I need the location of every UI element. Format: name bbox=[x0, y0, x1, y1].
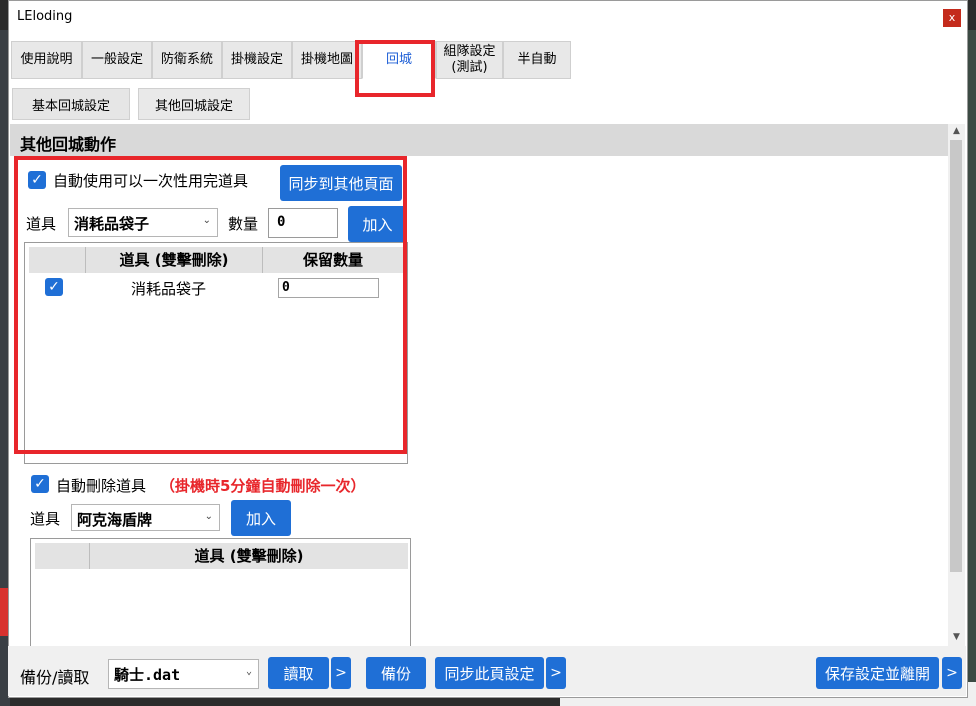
auto-delete-grid[interactable]: 道具 (雙擊刪除) bbox=[30, 538, 411, 646]
tab-idle-settings[interactable]: 掛機設定 bbox=[222, 41, 292, 79]
scroll-up-icon[interactable]: ▲ bbox=[949, 126, 964, 140]
auto-delete-label: 自動刪除道具 bbox=[56, 477, 147, 495]
tab-usage[interactable]: 使用說明 bbox=[11, 41, 82, 79]
backup-label: 備份/讀取 bbox=[20, 668, 90, 687]
auto-delete-grid-header: 道具 (雙擊刪除) bbox=[35, 543, 408, 569]
chevron-down-icon: ⌄ bbox=[204, 511, 213, 522]
auto-delete-checkbox[interactable]: ✓ bbox=[31, 475, 49, 493]
sync-page-button[interactable]: 同步此頁設定 bbox=[435, 657, 544, 689]
window-title: LEloding bbox=[17, 9, 73, 24]
backup-file-value: 騎士.dat bbox=[114, 666, 181, 684]
subtab-other-return[interactable]: 其他回城設定 bbox=[138, 88, 250, 120]
section-title: 其他回城動作 bbox=[10, 124, 948, 156]
auto-delete-item-value: 阿克海盾牌 bbox=[77, 511, 153, 529]
scrollbar-thumb[interactable] bbox=[950, 140, 962, 572]
scroll-down-icon[interactable]: ▼ bbox=[949, 632, 964, 646]
auto-delete-note: （掛機時5分鐘自動刪除一次） bbox=[160, 477, 366, 495]
auto-delete-add-button[interactable]: 加入 bbox=[231, 500, 291, 536]
title-bar[interactable]: LEloding x bbox=[9, 1, 967, 33]
tab-defense[interactable]: 防衛系統 bbox=[152, 41, 222, 79]
backup-button[interactable]: 備份 bbox=[366, 657, 426, 689]
tab-party-settings[interactable]: 組隊設定 (測試) bbox=[436, 41, 503, 79]
tab-general[interactable]: 一般設定 bbox=[82, 41, 152, 79]
grid-header-check bbox=[35, 543, 89, 569]
subtab-basic-return[interactable]: 基本回城設定 bbox=[12, 88, 130, 120]
backup-file-select[interactable]: 騎士.dat ⌄ bbox=[108, 659, 259, 689]
highlight-box-auto-use bbox=[14, 156, 407, 454]
close-button[interactable]: x bbox=[943, 9, 961, 27]
grid-header-item[interactable]: 道具 (雙擊刪除) bbox=[89, 543, 408, 569]
highlight-box-tab bbox=[355, 40, 435, 97]
save-and-exit-button[interactable]: 保存設定並離開 bbox=[816, 657, 939, 689]
chevron-down-icon: ⌄ bbox=[245, 666, 252, 677]
sync-more-button[interactable]: > bbox=[546, 657, 566, 689]
tab-idle-map[interactable]: 掛機地圖 bbox=[292, 41, 362, 79]
auto-delete-item-select[interactable]: 阿克海盾牌 ⌄ bbox=[71, 504, 220, 531]
auto-delete-item-label: 道具 bbox=[30, 510, 61, 528]
save-more-button[interactable]: > bbox=[942, 657, 962, 689]
read-button[interactable]: 讀取 bbox=[268, 657, 329, 689]
tab-semi-auto[interactable]: 半自動 bbox=[503, 41, 571, 79]
read-more-button[interactable]: > bbox=[331, 657, 351, 689]
